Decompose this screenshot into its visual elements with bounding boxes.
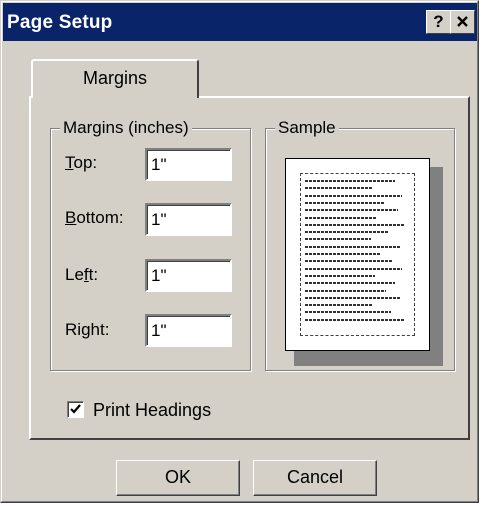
left-label: Left: [65, 265, 99, 284]
help-button[interactable]: ? [426, 10, 451, 34]
top-label: Top: [65, 153, 98, 172]
print-headings-checkbox[interactable] [67, 401, 84, 418]
close-button[interactable] [450, 10, 475, 34]
sample-group-legend: Sample [275, 118, 339, 138]
close-icon [457, 16, 468, 27]
page-setup-dialog: Page Setup ? Margins Margins (inches) To… [0, 0, 479, 503]
sample-page-margin-outline [300, 173, 415, 336]
sample-text-line [305, 274, 376, 277]
sample-text-line [305, 194, 403, 197]
top-margin-input[interactable]: 1" [145, 148, 232, 181]
left-margin-input[interactable]: 1" [145, 259, 232, 292]
sample-text-line [305, 253, 380, 255]
window-title: Page Setup [7, 12, 113, 33]
sample-text-line [305, 238, 371, 241]
margins-group-legend: Margins (inches) [60, 118, 192, 138]
checkmark-icon [70, 404, 81, 414]
bottom-label: Bottom: [65, 208, 124, 227]
sample-text-line [305, 282, 396, 285]
sample-page-preview [285, 158, 430, 351]
ok-button[interactable]: OK [116, 460, 240, 496]
right-margin-input[interactable]: 1" [145, 314, 232, 347]
sample-text-line [305, 267, 403, 270]
sample-text-line [305, 231, 389, 234]
bottom-margin-input[interactable]: 1" [145, 203, 232, 236]
sample-text-line [305, 201, 385, 204]
tab-margins-label: Margins [82, 68, 148, 88]
cancel-button[interactable]: Cancel [253, 460, 377, 496]
print-headings-label: Print Headings [93, 400, 212, 420]
sample-text-line [305, 245, 400, 248]
sample-text-line [305, 216, 378, 219]
sample-text-line [305, 304, 373, 307]
sample-text-line [305, 209, 398, 212]
sample-text-line [305, 318, 405, 321]
sample-text-line [305, 260, 394, 263]
sample-text-line [305, 223, 405, 226]
right-label: Right: [65, 320, 110, 339]
sample-text-line [305, 180, 396, 182]
title-bar[interactable]: Page Setup ? [3, 3, 478, 41]
sample-text-line [305, 311, 391, 314]
sample-text-line [305, 296, 400, 299]
sample-text-line [305, 187, 373, 190]
sample-text-line [305, 289, 387, 292]
tab-margins[interactable]: Margins [31, 59, 199, 98]
